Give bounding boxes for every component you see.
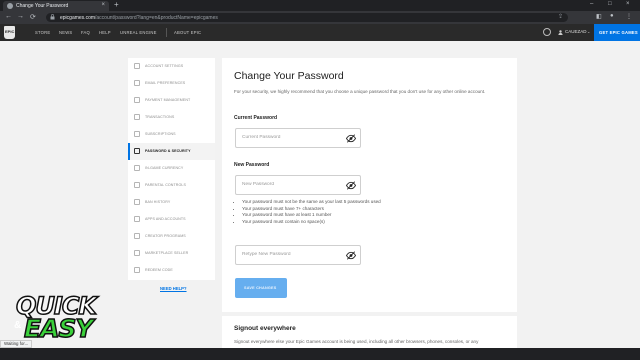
lock-icon: [50, 14, 55, 20]
store-icon: [134, 250, 140, 256]
hide-password-icon[interactable]: [346, 251, 356, 260]
sidebar-item-in-game-currency[interactable]: IN-GAME CURRENCY: [128, 160, 215, 177]
security-description: For your security, we highly recommend t…: [234, 89, 486, 94]
browser-tab-bar: Change Your Password × + – □ ×: [0, 0, 640, 11]
logo-easy: EASY: [23, 313, 94, 344]
password-requirements: Your password must not be the same as yo…: [242, 199, 382, 225]
get-epic-games-button[interactable]: GET EPIC GAMES: [594, 24, 640, 41]
sidebar-item-creator-programs[interactable]: CREATOR PROGRAMS: [128, 228, 215, 245]
page-title: Change Your Password: [234, 70, 344, 82]
hide-password-icon[interactable]: [346, 134, 356, 143]
requirement-item: Your password must have at least 1 numbe…: [242, 212, 382, 219]
current-password-label: Current Password: [234, 115, 278, 121]
nav-store[interactable]: STORE: [35, 30, 50, 35]
nav-about-epic[interactable]: ABOUT EPIC: [174, 30, 201, 35]
browser-tab[interactable]: Change Your Password ×: [3, 1, 109, 11]
current-password-field[interactable]: [235, 128, 361, 148]
new-password-field[interactable]: [235, 175, 361, 195]
epic-games-logo[interactable]: EPIC: [4, 26, 15, 39]
gear-icon: [134, 63, 140, 69]
extensions-icon[interactable]: ◧: [596, 13, 602, 20]
quick-and-easy-logo: QUICK & EASY: [2, 291, 110, 356]
save-changes-button[interactable]: SAVE CHANGES: [235, 278, 287, 298]
back-icon[interactable]: ←: [5, 13, 12, 20]
sidebar-item-redeem-code[interactable]: REDEEM CODE: [128, 262, 215, 279]
tab-title: Change Your Password: [16, 3, 69, 9]
account-sidebar: ACCOUNT SETTINGS EMAIL PREFERENCES PAYME…: [128, 58, 215, 280]
tab-close-icon[interactable]: ×: [101, 2, 105, 8]
logo-ampersand: &: [14, 320, 22, 331]
flag-icon: [134, 199, 140, 205]
coin-icon: [134, 165, 140, 171]
window-close-icon[interactable]: ×: [626, 1, 630, 7]
reload-icon[interactable]: ⟳: [30, 13, 36, 21]
browser-toolbar: ← → ⟳ epicgames.com/account/password?lan…: [0, 11, 640, 24]
new-password-label: New Password: [234, 162, 270, 168]
refresh-icon: [134, 131, 140, 137]
retype-password-input[interactable]: [242, 252, 342, 257]
username[interactable]: CAUEZAD: [565, 29, 587, 34]
sidebar-item-account-settings[interactable]: ACCOUNT SETTINGS: [128, 58, 215, 75]
sidebar-item-password-security[interactable]: PASSWORD & SECURITY: [128, 143, 215, 160]
minimize-icon[interactable]: –: [590, 1, 593, 7]
ticket-icon: [134, 267, 140, 273]
mail-icon: [134, 80, 140, 86]
sidebar-item-email-preferences[interactable]: EMAIL PREFERENCES: [128, 75, 215, 92]
new-password-input[interactable]: [242, 182, 342, 187]
current-password-input[interactable]: [242, 135, 342, 140]
nav-divider: [166, 28, 167, 37]
address-bar[interactable]: epicgames.com/account/password?lang=en&p…: [46, 13, 568, 22]
user-icon: [558, 30, 563, 35]
requirement-item: Your password must contain no space(s): [242, 219, 382, 226]
sidebar-item-parental-controls[interactable]: PARENTAL CONTROLS: [128, 177, 215, 194]
sidebar-item-marketplace-seller[interactable]: MARKETPLACE SELLER: [128, 245, 215, 262]
receipt-icon: [134, 114, 140, 120]
sidebar-item-apps-and-accounts[interactable]: APPS AND ACCOUNTS: [128, 211, 215, 228]
new-tab-button[interactable]: +: [114, 0, 119, 9]
active-indicator: [128, 143, 130, 160]
signout-title: Signout everywhere: [234, 325, 296, 332]
requirement-item: Your password must not be the same as yo…: [242, 199, 382, 206]
share-icon[interactable]: ⇪: [558, 13, 563, 20]
profile-icon[interactable]: ●: [610, 13, 614, 19]
tab-favicon-icon: [7, 3, 13, 9]
user-dropdown-icon[interactable]: ⌄: [587, 29, 591, 34]
card-icon: [134, 97, 140, 103]
star-icon: [134, 233, 140, 239]
requirement-item: Your password must have 7+ characters: [242, 206, 382, 213]
nav-news[interactable]: NEWS: [59, 30, 72, 35]
language-globe-icon[interactable]: [543, 28, 551, 36]
link-icon: [134, 216, 140, 222]
shield-icon: [134, 182, 140, 188]
site-header: EPIC STORE NEWS FAQ HELP UNREAL ENGINE A…: [0, 24, 640, 41]
key-icon: [134, 148, 140, 154]
maximize-icon[interactable]: □: [608, 1, 612, 7]
change-password-card: Change Your Password For your security, …: [222, 58, 517, 312]
nav-faq[interactable]: FAQ: [81, 30, 90, 35]
nav-unreal-engine[interactable]: UNREAL ENGINE: [120, 30, 157, 35]
need-help-link[interactable]: NEED HELP?: [160, 286, 187, 291]
menu-icon[interactable]: ⋮: [626, 13, 632, 20]
url-text: epicgames.com/account/password?lang=en&p…: [60, 14, 218, 21]
sidebar-item-transactions[interactable]: TRANSACTIONS: [128, 109, 215, 126]
sidebar-item-ban-history[interactable]: BAN HISTORY: [128, 194, 215, 211]
signout-description: Signout everywhere else your Epic Games …: [234, 339, 479, 344]
sidebar-item-subscriptions[interactable]: SUBSCRIPTIONS: [128, 126, 215, 143]
retype-password-field[interactable]: [235, 245, 361, 265]
nav-help[interactable]: HELP: [99, 30, 111, 35]
sidebar-item-payment-management[interactable]: PAYMENT MANAGEMENT: [128, 92, 215, 109]
forward-icon[interactable]: →: [17, 13, 24, 20]
hide-password-icon[interactable]: [346, 181, 356, 190]
